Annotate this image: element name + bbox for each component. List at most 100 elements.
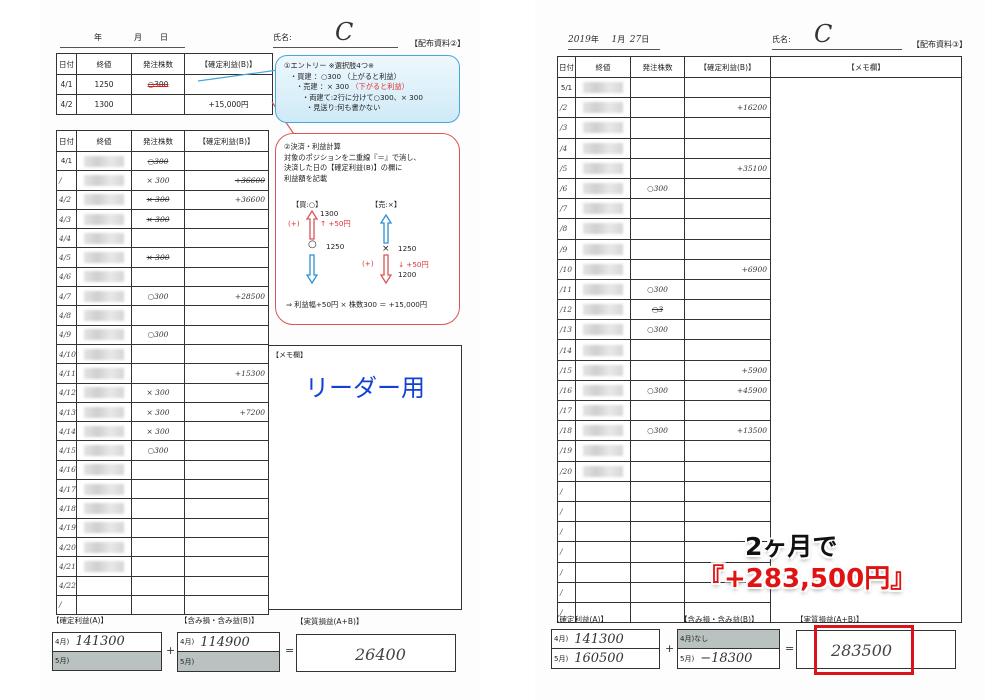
table-row: 4/6	[56, 266, 269, 288]
qty-cell	[630, 258, 685, 280]
close-cell-redacted	[575, 97, 631, 119]
date-cell: 4/10	[56, 343, 77, 365]
qty-cell: × 300	[131, 170, 185, 191]
date-cell: 4/15	[56, 440, 77, 461]
profit-cell	[184, 324, 269, 345]
close-cell-redacted	[575, 521, 631, 543]
close-cell-redacted	[575, 581, 631, 603]
redacted-value	[583, 283, 623, 295]
date-cell: /9	[557, 238, 576, 260]
table-row: 4/16	[56, 459, 269, 481]
redacted-value	[583, 405, 623, 417]
profit-cell	[684, 319, 771, 341]
qty-cell	[630, 601, 685, 624]
close-cell-redacted	[575, 258, 631, 280]
date-cell: /16	[557, 379, 576, 402]
profit-cell	[184, 247, 269, 268]
date-cell: /	[557, 480, 576, 502]
date-cell: /15	[557, 359, 576, 381]
profit-cell	[184, 536, 269, 558]
date-cell: 4/4	[56, 228, 77, 249]
close-cell: 1250	[76, 74, 132, 95]
close-cell-redacted	[575, 117, 631, 139]
year-label: 年	[94, 33, 102, 42]
profit-cell	[184, 517, 269, 538]
date-cell: /5	[557, 157, 576, 179]
col-profit: 【確定利益(B)】	[184, 130, 269, 152]
table-row: 5/1	[557, 76, 962, 624]
right-date-line: 2019年 1月 27日	[568, 34, 660, 50]
profit-cell	[684, 177, 771, 200]
profit-cell	[184, 343, 269, 365]
profit-cell	[184, 208, 269, 230]
confirmed-april: 4月) 141300	[53, 633, 161, 652]
col-date: 日付	[56, 53, 77, 75]
right-name-line: 氏名: C	[772, 20, 902, 50]
redacted-value	[84, 445, 124, 457]
redacted-value	[583, 162, 623, 174]
date-cell: /	[557, 541, 576, 563]
date-cell: 4/20	[56, 536, 77, 558]
qty-cell: ○300	[630, 319, 685, 341]
close-cell-redacted	[575, 137, 631, 159]
memo-handwritten-text: リーダー用	[305, 374, 425, 402]
date-cell: /10	[557, 258, 576, 280]
redacted-value	[84, 425, 124, 437]
table-row: 4/9 ○300	[56, 324, 269, 345]
profit-cell: +5900	[684, 359, 771, 381]
unrealized-may: 5月)	[178, 652, 279, 671]
buy-plus-label: (+)	[288, 219, 300, 228]
close-cell-redacted	[575, 157, 631, 179]
redacted-value	[583, 82, 623, 94]
profit-cell	[184, 305, 269, 326]
close-cell-redacted	[76, 421, 132, 442]
date-cell: 4/12	[56, 382, 77, 403]
redacted-value	[84, 329, 124, 341]
qty-cell	[131, 363, 185, 384]
qty-cell	[630, 97, 685, 119]
date-cell: 4/13	[56, 401, 77, 423]
qty-cell	[131, 498, 185, 519]
qty-cell	[630, 399, 685, 422]
plus-sign: +	[166, 644, 176, 657]
buy-gain: ↑ +50円	[320, 219, 351, 228]
table-row: 4/11 +15300	[56, 363, 269, 384]
actual-pl-label: 【実質損益(A+B)】	[296, 617, 364, 626]
redacted-value	[583, 445, 623, 457]
table-row: 4/15 ○300	[56, 440, 269, 461]
date-cell: 4/1	[56, 74, 77, 95]
qty-cell	[630, 157, 685, 179]
table-row: 4/7 ○300 +28500	[56, 286, 269, 307]
qty-cell	[630, 541, 685, 563]
profit-cell	[684, 117, 771, 139]
close-cell-redacted	[575, 76, 631, 99]
close-cell-redacted	[76, 363, 132, 384]
redacted-value	[84, 464, 124, 476]
buy-circle-icon: ○	[308, 239, 317, 250]
right-unrealized-box: 4月)なし 5月) −18300	[677, 629, 780, 669]
sell-down-arrow-icon	[380, 254, 392, 284]
qty-cell	[131, 459, 185, 481]
date-cell: 4/3	[56, 208, 77, 230]
profit-cell: +28500	[184, 286, 269, 307]
date-cell: /7	[557, 198, 576, 220]
profit-cell	[684, 137, 771, 159]
redacted-value	[84, 502, 124, 514]
redacted-value	[84, 213, 124, 225]
left-trade-log-table: 日付 終値 発注株数 【確定利益(B)】 4/1 ○300/× 300 +36600…	[56, 130, 269, 616]
redacted-value	[583, 324, 623, 336]
table-row: 4/12 × 300	[56, 382, 269, 403]
date-cell: 4/1	[56, 150, 77, 172]
table-row: 4/2 × 300 +36600	[56, 189, 269, 210]
table-row: 4/22	[56, 575, 269, 596]
sell-label: 【売:×】	[371, 200, 402, 209]
month-label: 月	[134, 33, 142, 42]
table-row: 4/21	[56, 556, 269, 577]
plus-sign: +	[665, 642, 675, 655]
qty-cell: × 300	[131, 421, 185, 442]
col-close: 終値	[76, 53, 132, 75]
qty-cell: × 300	[131, 382, 185, 403]
entry-title: ①エントリー ※選択肢4つ※	[284, 61, 375, 70]
profit-cell	[684, 198, 771, 220]
qty-cell	[131, 228, 185, 249]
